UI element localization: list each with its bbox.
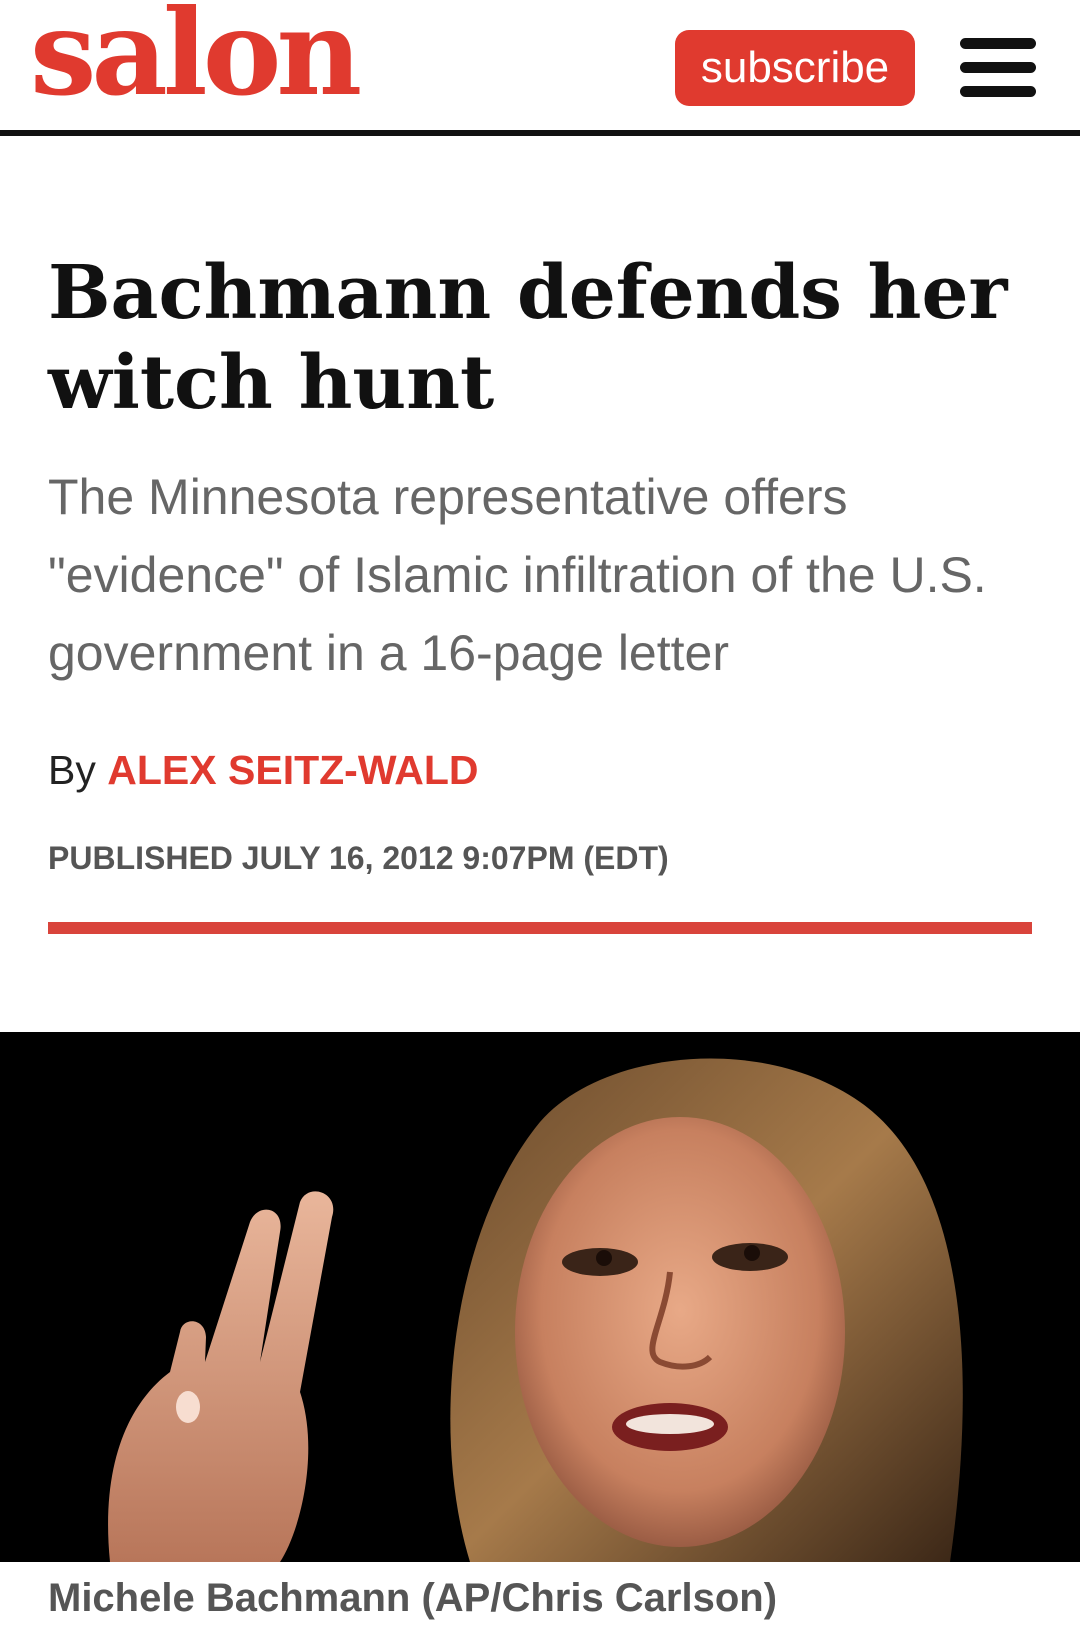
photo-illustration (0, 1032, 1080, 1562)
article-photo (0, 1032, 1080, 1562)
byline: By ALEX SEITZ-WALD (48, 745, 479, 795)
article-headline: Bachmann defends her witch hunt (48, 250, 1008, 426)
salon-logo[interactable]: salon (30, 0, 362, 112)
article-dek: The Minnesota representative offers "evi… (48, 469, 987, 681)
photo-caption: Michele Bachmann (AP/Chris Carlson) (48, 1576, 778, 1620)
site-header: salon subscribe (0, 0, 1080, 136)
author-link[interactable]: ALEX SEITZ-WALD (107, 747, 478, 793)
byline-prefix: By (48, 747, 96, 793)
divider-rule (48, 922, 1032, 934)
subscribe-button[interactable]: subscribe (675, 30, 915, 106)
hamburger-menu-icon[interactable] (960, 36, 1036, 100)
publish-date: PUBLISHED JULY 16, 2012 9:07PM (EDT) (48, 840, 669, 876)
